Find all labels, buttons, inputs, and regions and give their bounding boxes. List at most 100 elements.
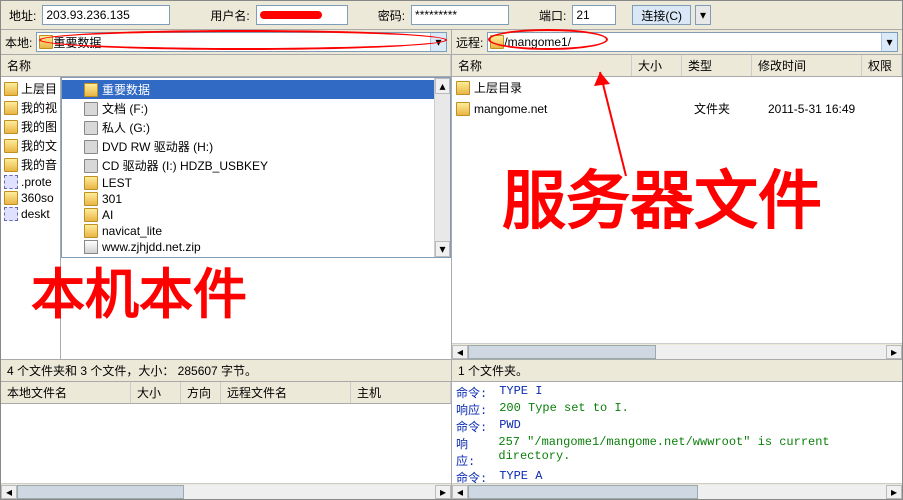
folder-icon: [4, 175, 18, 189]
log-line: 命令:TYPE I: [456, 384, 898, 401]
folder-icon: [84, 176, 98, 190]
drive-icon: [84, 102, 98, 116]
list-item[interactable]: .prote: [1, 174, 60, 190]
queue-body[interactable]: [1, 404, 451, 483]
archive-icon: [84, 240, 98, 254]
scroll-down-icon[interactable]: ▾: [435, 241, 450, 257]
col-host[interactable]: 主机: [351, 382, 451, 403]
local-path-popup[interactable]: ▴ ▾ 重要数据文档 (F:)私人 (G:)DVD RW 驱动器 (H:)CD …: [61, 77, 451, 258]
scroll-up-icon[interactable]: ▴: [435, 78, 450, 94]
local-path-dropdown[interactable]: ▾: [430, 33, 446, 51]
dropdown-item[interactable]: 文档 (F:): [62, 99, 450, 118]
list-item[interactable]: 我的音: [1, 155, 60, 174]
scroll-right-icon[interactable]: ▸: [435, 485, 451, 499]
scroll-left-icon[interactable]: ◂: [452, 485, 468, 499]
chevron-down-icon: ▾: [886, 35, 892, 49]
remote-pane: 远程: /mangome1/ ▾ 名称 大小 类型 修改时间 权限 上层目录ma…: [452, 30, 902, 381]
col-local-file[interactable]: 本地文件名: [1, 382, 131, 403]
folder-icon: [84, 192, 98, 206]
log-body[interactable]: 命令:TYPE I响应:200 Type set to I.命令:PWD响应:2…: [452, 382, 902, 483]
local-path-combo[interactable]: 重要数据 ▾: [36, 32, 447, 52]
folder-icon: [456, 102, 470, 116]
dropdown-item[interactable]: CD 驱动器 (I:) HDZB_USBKEY: [62, 156, 450, 175]
list-item[interactable]: 上层目: [1, 79, 60, 98]
list-item[interactable]: deskt: [1, 206, 60, 222]
table-row[interactable]: mangome.net文件夹2011-5-31 16:49: [452, 98, 902, 119]
scroll-left-icon[interactable]: ◂: [452, 345, 468, 359]
remote-path-combo[interactable]: /mangome1/ ▾: [487, 32, 898, 52]
dropdown-item[interactable]: 重要数据: [62, 80, 450, 99]
list-item[interactable]: 360so: [1, 190, 60, 206]
port-label: 端口:: [537, 7, 568, 24]
drive-icon: [84, 159, 98, 173]
dropdown-item[interactable]: www.zjhjdd.net.zip: [62, 239, 450, 255]
queue-header: 本地文件名 大小 方向 远程文件名 主机: [1, 382, 451, 404]
folder-icon: [490, 35, 504, 49]
folder-icon: [84, 224, 98, 238]
dropdown-item[interactable]: 301: [62, 191, 450, 207]
col-size[interactable]: 大小: [632, 55, 682, 76]
address-input[interactable]: [42, 5, 170, 25]
chevron-down-icon: ▾: [700, 8, 706, 22]
col-name[interactable]: 名称: [452, 55, 632, 76]
connect-dropdown[interactable]: ▾: [695, 5, 711, 25]
local-status: 4 个文件夹和 3 个文件，大小： 285607 字节。: [1, 359, 451, 381]
password-input[interactable]: [411, 5, 509, 25]
log-line: 命令:PWD: [456, 418, 898, 435]
scroll-right-icon[interactable]: ▸: [886, 345, 902, 359]
list-item[interactable]: 我的文: [1, 136, 60, 155]
transfer-queue-pane: 本地文件名 大小 方向 远程文件名 主机 ◂ ▸: [1, 382, 452, 499]
col-dir[interactable]: 方向: [181, 382, 221, 403]
remote-path-dropdown[interactable]: ▾: [881, 33, 897, 51]
col-size[interactable]: 大小: [131, 382, 181, 403]
table-row[interactable]: 上层目录: [452, 77, 902, 98]
log-hscroll[interactable]: ◂ ▸: [452, 483, 902, 499]
local-path-text: 重要数据: [53, 34, 430, 51]
col-perm[interactable]: 权限: [862, 55, 902, 76]
port-input[interactable]: [572, 5, 616, 25]
remote-path-text: /mangome1/: [504, 35, 881, 49]
log-pane: 命令:TYPE I响应:200 Type set to I.命令:PWD响应:2…: [452, 382, 902, 499]
password-label: 密码:: [376, 7, 407, 24]
scrollbar[interactable]: ▴ ▾: [434, 78, 450, 257]
remote-hscroll[interactable]: ◂ ▸: [452, 343, 902, 359]
scroll-right-icon[interactable]: ▸: [886, 485, 902, 499]
col-mtime[interactable]: 修改时间: [752, 55, 862, 76]
folder-icon: [4, 82, 18, 96]
local-pane: 本地: 重要数据 ▾ 名称 上层目我的视我的图我的文我的音.prote360so…: [1, 30, 452, 381]
dropdown-item[interactable]: DVD RW 驱动器 (H:): [62, 137, 450, 156]
username-label: 用户名:: [208, 7, 251, 24]
dropdown-item[interactable]: 私人 (G:): [62, 118, 450, 137]
list-item[interactable]: 我的视: [1, 98, 60, 117]
scroll-left-icon[interactable]: ◂: [1, 485, 17, 499]
queue-hscroll[interactable]: ◂ ▸: [1, 483, 451, 499]
folder-icon: [4, 101, 18, 115]
list-item[interactable]: 我的图: [1, 117, 60, 136]
dropdown-item[interactable]: navicat_lite: [62, 223, 450, 239]
bottom-split: 本地文件名 大小 方向 远程文件名 主机 ◂ ▸ 命令:TYPE I响应:200…: [1, 381, 902, 499]
local-file-area[interactable]: ▴ ▾ 重要数据文档 (F:)私人 (G:)DVD RW 驱动器 (H:)CD …: [61, 77, 451, 359]
log-line: 命令:TYPE A: [456, 469, 898, 483]
dropdown-item[interactable]: LEST: [62, 175, 450, 191]
remote-file-list[interactable]: 上层目录mangome.net文件夹2011-5-31 16:49: [452, 77, 902, 343]
col-name[interactable]: 名称: [1, 55, 451, 76]
drive-icon: [84, 121, 98, 135]
folder-icon: [84, 83, 98, 97]
dropdown-item[interactable]: AI: [62, 207, 450, 223]
remote-status: 1 个文件夹。: [452, 359, 902, 381]
address-label: 地址:: [7, 7, 38, 24]
connect-button[interactable]: 连接(C): [632, 5, 691, 25]
log-line: 响应:257 "/mangome1/mangome.net/wwwroot" i…: [456, 435, 898, 469]
folder-icon: [4, 207, 18, 221]
folder-icon: [4, 120, 18, 134]
chevron-down-icon: ▾: [435, 35, 441, 49]
col-remote-file[interactable]: 远程文件名: [221, 382, 351, 403]
remote-path-label: 远程:: [456, 34, 483, 51]
drive-icon: [84, 140, 98, 154]
folder-icon: [39, 35, 53, 49]
folder-icon: [4, 158, 18, 172]
folder-icon: [4, 139, 18, 153]
local-sidebar: 上层目我的视我的图我的文我的音.prote360sodeskt: [1, 77, 61, 359]
col-type[interactable]: 类型: [682, 55, 752, 76]
folder-icon: [456, 81, 470, 95]
